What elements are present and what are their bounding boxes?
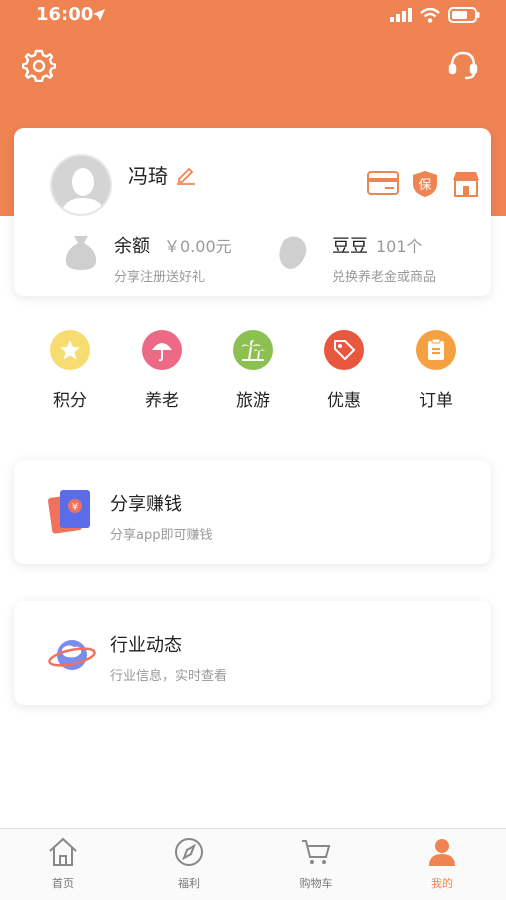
bean-icon [279,236,307,269]
profile-card: 冯琦 保 余额 ￥0.00元 分享注册送好礼 豆豆 101个 兑换养老金或商品 [14,128,491,296]
menu-item-points[interactable]: 积分 [30,330,110,411]
beans-value: 101个 [376,237,423,256]
insurance-shield-text: 保 [418,178,431,193]
status-right-icons [390,7,480,23]
planet-icon [48,640,96,670]
settings-gear-icon[interactable] [22,48,56,82]
tab-label-mine: 我的 [431,877,453,890]
default-avatar-icon [52,156,110,214]
beans-section[interactable]: 豆豆 101个 兑换养老金或商品 [276,232,436,285]
battery-icon [448,7,480,23]
star-icon [50,330,90,370]
industry-news-subtitle: 行业信息，实时查看 [110,669,228,684]
industry-news-card[interactable]: 行业动态 行业信息，实时查看 [14,601,491,705]
industry-news-title: 行业动态 [110,635,182,656]
umbrella-icon [142,330,182,370]
tab-welfare[interactable]: 福利 [149,837,229,891]
menu-label-travel: 旅游 [236,391,270,411]
svg-text:¥: ¥ [72,502,78,513]
insurance-shield-icon[interactable]: 保 [411,170,439,198]
red-envelope-icon: ¥ [48,490,90,534]
card-icon-group: 保 [367,170,481,198]
cart-icon [302,840,331,864]
share-earn-subtitle: 分享app即可赚钱 [110,528,213,543]
tab-label-cart: 购物车 [299,877,333,890]
tab-home[interactable]: 首页 [23,837,103,891]
tab-label-home: 首页 [52,877,74,890]
store-icon[interactable] [451,170,481,198]
signal-icon [390,8,412,22]
edit-pencil-icon[interactable] [176,165,196,185]
coupon-tag-icon [324,330,364,370]
home-icon [49,837,77,866]
status-time: 16:00 [36,4,94,25]
quick-menu: 积分 养老 旅游 优惠 订单 [0,330,506,414]
balance-section[interactable]: 余额 ￥0.00元 分享注册送好礼 [62,232,232,285]
menu-item-orders[interactable]: 订单 [396,330,476,411]
balance-value: ￥0.00元 [164,237,232,256]
menu-item-discount[interactable]: 优惠 [304,330,384,411]
beans-subtitle: 兑换养老金或商品 [332,270,437,285]
order-clipboard-icon [416,330,456,370]
avatar[interactable] [50,154,112,216]
menu-label-pension: 养老 [145,391,179,411]
user-name: 冯琦 [128,164,168,188]
balance-label: 余额 [114,236,150,257]
menu-item-travel[interactable]: 旅游 [213,330,293,411]
palm-tree-icon [233,330,273,370]
tab-mine[interactable]: 我的 [402,837,482,891]
menu-item-pension[interactable]: 养老 [122,330,202,411]
share-earn-card[interactable]: ¥ 分享赚钱 分享app即可赚钱 [14,460,491,564]
name-row: 冯琦 [128,160,196,189]
wifi-icon [420,7,440,23]
user-icon [429,839,455,866]
menu-label-discount: 优惠 [327,391,361,411]
menu-label-orders: 订单 [419,391,453,411]
share-earn-title: 分享赚钱 [110,494,182,515]
customer-service-headset-icon[interactable] [446,48,480,82]
compass-icon [175,838,203,866]
menu-label-points: 积分 [53,391,87,411]
money-bag-icon [65,236,97,270]
status-bar: 16:00 [0,0,506,30]
tab-cart[interactable]: 购物车 [276,837,356,891]
tab-label-welfare: 福利 [178,877,200,890]
beans-label: 豆豆 [332,236,368,257]
location-arrow-icon [93,9,105,21]
bottom-tab-bar: 首页 福利 购物车 我的 [0,828,506,900]
bank-card-icon[interactable] [367,170,399,196]
balance-subtitle: 分享注册送好礼 [114,270,206,285]
